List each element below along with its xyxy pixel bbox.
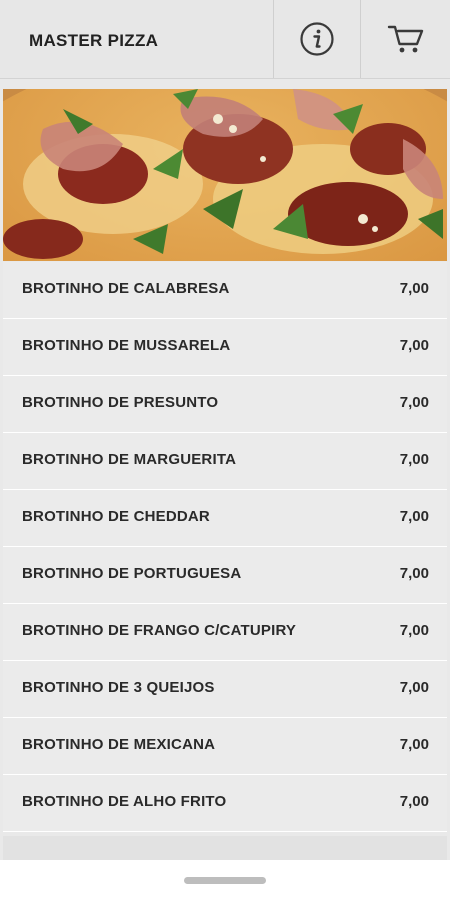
menu-item[interactable]: BROTINHO DE PORTUGUESA 7,00 <box>3 547 447 604</box>
menu-item-price: 7,00 <box>399 451 429 468</box>
menu-item-price: 7,00 <box>399 394 429 411</box>
menu-item[interactable]: BROTINHO DE MUSSARELA 7,00 <box>3 319 447 376</box>
menu-item-price: 7,00 <box>399 337 429 354</box>
menu-item[interactable]: BROTINHO DE 3 QUEIJOS 7,00 <box>3 661 447 718</box>
info-button[interactable] <box>274 0 360 78</box>
menu-item-name: BROTINHO DE 3 QUEIJOS <box>22 679 215 696</box>
menu-item-name: BROTINHO DE FRANGO C/CATUPIRY <box>22 622 297 639</box>
menu-item[interactable]: BROTINHO DE PRESUNTO 7,00 <box>3 376 447 433</box>
menu-item-price: 7,00 <box>399 508 429 525</box>
app-header: MASTER PIZZA <box>0 0 450 79</box>
menu-item-price: 7,00 <box>399 622 429 639</box>
menu-item-name: BROTINHO DE MEXICANA <box>22 736 216 753</box>
pizza-photo <box>3 89 447 261</box>
cart-button[interactable] <box>361 0 450 78</box>
system-nav-bar <box>0 860 450 900</box>
app-title: MASTER PIZZA <box>29 31 159 50</box>
menu-item[interactable]: BROTINHO DE MEXICANA 7,00 <box>3 718 447 775</box>
info-icon <box>300 22 334 56</box>
menu-item-name: BROTINHO DE ALHO FRITO <box>22 793 227 810</box>
menu-item-name: BROTINHO DE CALABRESA <box>22 280 230 297</box>
menu-item[interactable]: BROTINHO DE CHEDDAR 7,00 <box>3 490 447 547</box>
menu-item[interactable]: BROTINHO DE FRANGO C/CATUPIRY 7,00 <box>3 604 447 661</box>
menu-item-price: 7,00 <box>399 280 429 297</box>
list-footer-space <box>3 836 447 860</box>
menu-item-price: 7,00 <box>399 793 429 810</box>
menu-item-price: 7,00 <box>399 679 429 696</box>
menu-list: BROTINHO DE CALABRESA 7,00 BROTINHO DE M… <box>3 262 447 832</box>
menu-item[interactable]: BROTINHO DE CALABRESA 7,00 <box>3 262 447 319</box>
cart-icon <box>387 25 423 53</box>
pizza-image <box>3 89 447 261</box>
menu-item-name: BROTINHO DE PORTUGUESA <box>22 565 242 582</box>
menu-item-name: BROTINHO DE MUSSARELA <box>22 337 231 354</box>
menu-item-name: BROTINHO DE CHEDDAR <box>22 508 210 525</box>
menu-item[interactable]: BROTINHO DE MARGUERITA 7,00 <box>3 433 447 490</box>
menu-item-price: 7,00 <box>399 736 429 753</box>
menu-item-name: BROTINHO DE MARGUERITA <box>22 451 237 468</box>
home-gesture-bar[interactable] <box>184 877 266 884</box>
menu-item-price: 7,00 <box>399 565 429 582</box>
menu-item[interactable]: BROTINHO DE ALHO FRITO 7,00 <box>3 775 447 832</box>
menu-item-name: BROTINHO DE PRESUNTO <box>22 394 219 411</box>
app-screen: MASTER PIZZA BROTINHO DE CALABRESA 7,00 … <box>0 0 450 900</box>
